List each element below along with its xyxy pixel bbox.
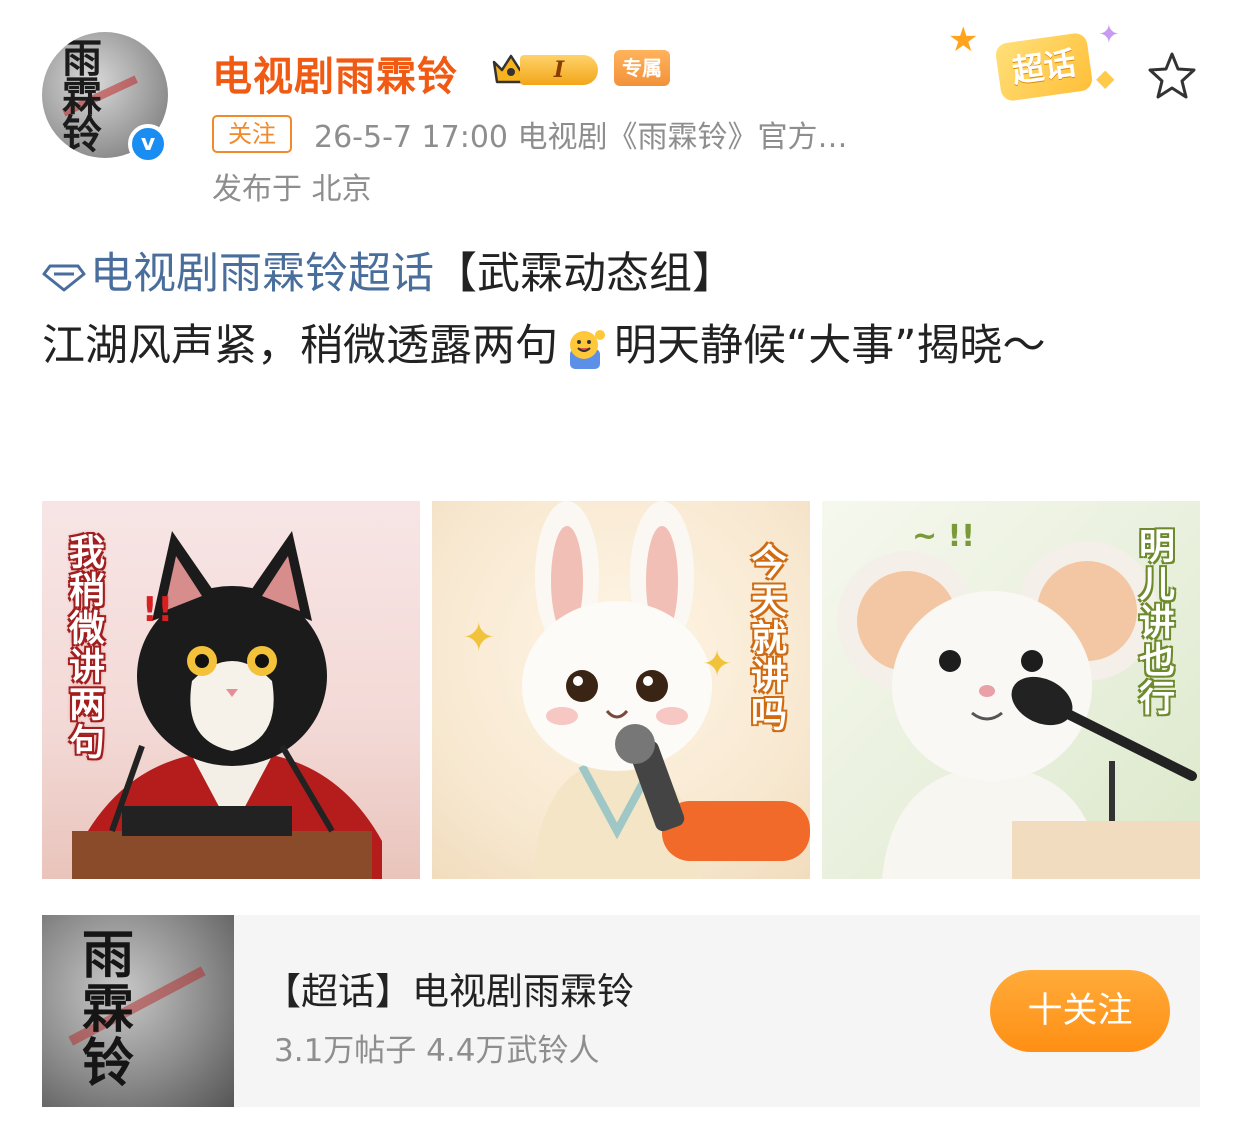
supertopic-badge[interactable]: ★ 超话 ◆ ✦: [948, 20, 1138, 106]
topic-link[interactable]: 电视剧雨霖铃超话: [42, 249, 434, 299]
svg-text:✦: ✦: [462, 615, 496, 661]
star-sparkle-icon: ★: [948, 20, 979, 60]
verified-check-icon: v: [128, 124, 168, 164]
post-image-rabbit[interactable]: ✦ ✦ 今天就讲吗: [432, 501, 810, 879]
waving-emoji-icon: [570, 329, 605, 369]
star-outline-icon[interactable]: [1144, 48, 1200, 104]
supertopic-thumbnail: 雨霖铃: [42, 915, 234, 1107]
image-caption-rabbit: 今天就讲吗: [745, 543, 786, 733]
diamond-icon: ◆: [1096, 64, 1115, 92]
supertopic-card[interactable]: 雨霖铃 【超话】电视剧雨霖铃 3.1万帖子 4.4万武铃人 十关注: [42, 915, 1200, 1107]
sparkle-icon: ✦: [1098, 20, 1120, 50]
level-number: I: [520, 55, 598, 85]
post-image-cat[interactable]: !! 我稍微讲两句: [42, 501, 420, 879]
svg-text:~ !!: ~ !!: [912, 519, 975, 554]
supertopic-title[interactable]: 【超话】电视剧雨霖铃: [264, 961, 634, 1015]
group-tag: 【武霖动态组】: [434, 249, 735, 299]
svg-text:✦: ✦: [702, 644, 732, 685]
topic-link-label: 电视剧雨霖铃超话: [90, 249, 434, 299]
username[interactable]: 电视剧雨霖铃: [212, 44, 458, 102]
svg-text:!!: !!: [142, 590, 173, 630]
post-text-part-2: 明天静候“大事”揭晓～: [614, 321, 1046, 371]
post-meta: 26-5-7 17:00 电视剧《雨霖铃》官方…: [314, 120, 848, 155]
thumbnail-calligraphy: 雨霖铃: [82, 925, 135, 1094]
post-text-part-1: 江湖风声紧，稍微透露两句: [42, 321, 558, 371]
diamond-icon: [42, 264, 86, 291]
follow-tag[interactable]: 关注: [212, 115, 292, 153]
follow-button[interactable]: 十关注: [990, 970, 1170, 1052]
post-location: 发布于 北京: [212, 172, 372, 207]
exclusive-badge: 专属: [614, 50, 670, 86]
image-caption-mouse: 明儿讲也行: [1133, 527, 1174, 717]
image-caption-cat: 我稍微讲两句: [63, 533, 104, 761]
supertopic-stats: 3.1万帖子 4.4万武铃人: [274, 1033, 600, 1069]
post-text: 电视剧雨霖铃超话【武霖动态组】 江湖风声紧，稍微透露两句 明天静候“大事”揭晓～: [42, 238, 1202, 382]
post-image-mouse[interactable]: ~ !! 明儿讲也行: [822, 501, 1200, 879]
supertopic-badge-label: 超话: [994, 31, 1094, 103]
member-level-badge[interactable]: I: [490, 48, 606, 90]
